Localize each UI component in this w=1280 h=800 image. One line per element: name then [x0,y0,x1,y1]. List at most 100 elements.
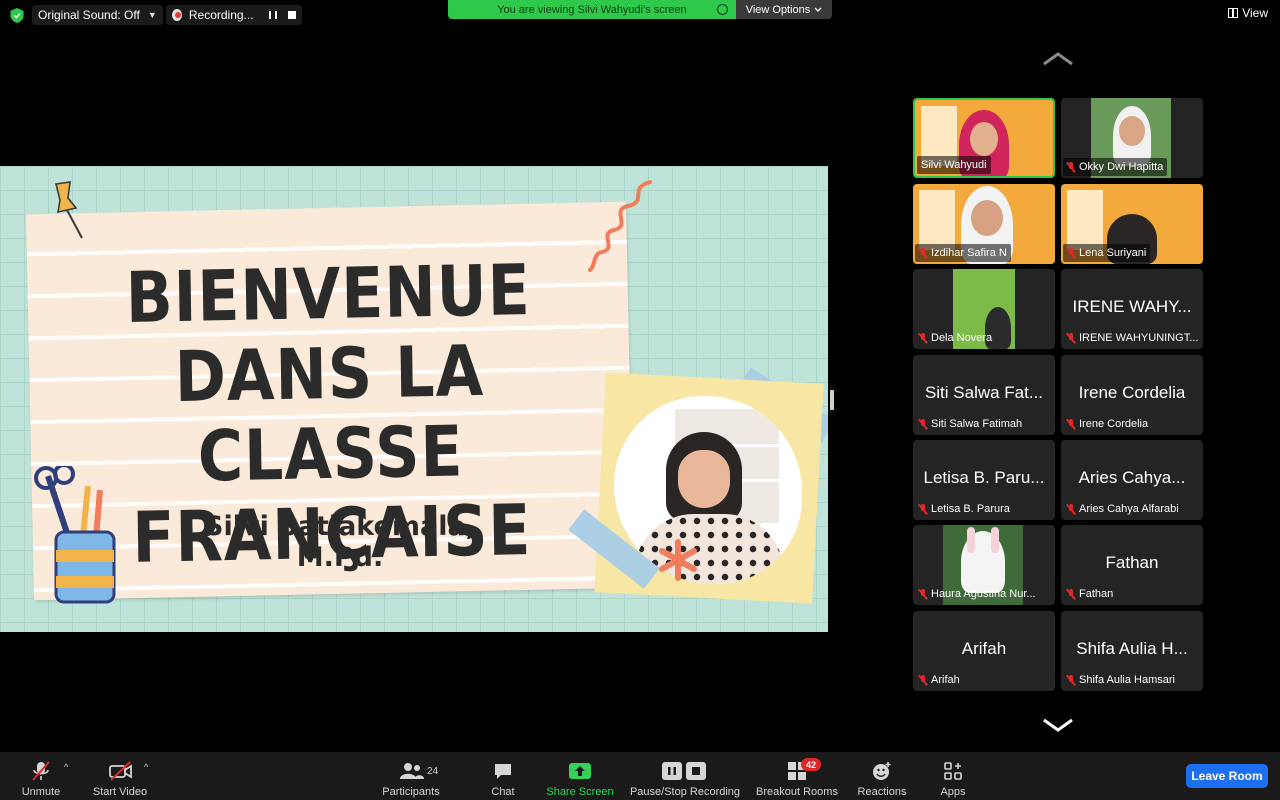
participant-tile[interactable]: Shifa Aulia H... Shifa Aulia Hamsari [1061,611,1203,691]
pushpin-icon [55,181,83,239]
participant-name: Siti Salwa Fatimah [915,415,1026,433]
participant-display-name: Aries Cahya... [1078,468,1186,487]
apps-button[interactable]: Apps [936,756,970,798]
mic-muted-icon [919,503,927,515]
chevron-up-icon[interactable] [1042,50,1074,66]
slide-subtitle: Silvi Satiakemala, M.Pd. [204,511,476,573]
start-video-button[interactable]: Start Video [88,756,152,798]
mic-muted-icon [1067,161,1075,173]
mic-muted-icon [1067,247,1075,259]
leave-room-button[interactable]: Leave Room [1186,764,1268,788]
mic-muted-icon [1067,674,1075,686]
participant-tile[interactable]: Fathan Fathan [1061,525,1203,605]
reactions-label: Reactions [857,786,907,798]
participant-tile[interactable]: Irene Cordelia Irene Cordelia [1061,355,1203,435]
unmute-button[interactable]: Unmute [18,756,64,798]
stop-recording-button[interactable] [287,10,296,20]
participant-name: Okky Dwi Hapitta [1063,158,1168,176]
chevron-up-icon[interactable]: ^ [64,762,68,772]
participant-name: Lena Suriyani [1063,244,1151,262]
pause-icon [268,11,277,19]
participant-tile[interactable]: Dela Novera [913,269,1055,349]
chevron-down-icon[interactable]: ▼ [148,10,157,20]
mic-muted-icon [1067,588,1075,600]
chat-icon [495,764,511,779]
participants-button[interactable]: 24 Participants [378,756,444,798]
participant-name: IRENE WAHYUNINGT... [1063,329,1199,347]
pause-stop-recording-button[interactable]: Pause/Stop Recording [626,756,744,798]
share-screen-icon [569,763,591,779]
meeting-top-bar: Original Sound: Off ▼ Recording... You a… [0,0,1280,30]
chevron-up-icon[interactable]: ^ [144,762,148,772]
stop-icon [686,762,706,780]
mic-muted-icon [1067,418,1075,430]
participant-display-name: Arifah [961,639,1007,658]
participant-name: Aries Cahya Alfarabi [1063,500,1183,518]
mic-muted-icon [1067,503,1075,515]
pencil-cup-icon [34,466,116,604]
participant-tile[interactable]: Izdihar Safira N [913,184,1055,264]
participant-tile[interactable]: Aries Cahya... Aries Cahya Alfarabi [1061,440,1203,520]
participant-tile[interactable]: Letisa B. Paru... Letisa B. Parura [913,440,1055,520]
participant-tile[interactable]: Arifah Arifah [913,611,1055,691]
participant-name: Letisa B. Parura [915,500,1014,518]
slide-title-line: DANS LA CLASSE [174,329,485,498]
breakout-rooms-label: Breakout Rooms [756,786,838,798]
participant-name: Dela Novera [915,329,996,347]
splitter-handle[interactable] [830,390,834,410]
pause-icon [662,762,682,780]
original-sound-label: Original Sound: Off [38,8,140,22]
participant-tile[interactable]: Siti Salwa Fat... Siti Salwa Fatimah [913,355,1055,435]
viewing-screen-banner: You are viewing Silvi Wahyudi's screen [448,0,736,19]
breakout-rooms-badge: 42 [801,758,821,771]
participants-label: Participants [382,786,440,798]
participant-name: Irene Cordelia [1063,415,1152,433]
participant-name: Arifah [915,671,964,689]
start-video-label: Start Video [92,786,148,798]
participant-tile[interactable]: IRENE WAHY... IRENE WAHYUNINGT... [1061,269,1203,349]
chevron-down-icon[interactable] [1042,718,1074,734]
apps-icon [944,762,962,780]
presentation-slide: BIENVENUE DANS LA CLASSE FRANÇAISE Silvi… [0,166,828,632]
view-label: View [1242,6,1268,20]
shield-icon[interactable] [10,8,24,23]
participant-display-name: Fathan [1105,553,1159,572]
participant-tile[interactable]: Lena Suriyani [1061,184,1203,264]
participant-display-name: Irene Cordelia [1078,383,1186,402]
participants-icon [400,763,424,779]
breakout-rooms-button[interactable]: 42 Breakout Rooms [754,756,840,798]
apps-label: Apps [940,786,966,798]
participant-display-name: Siti Salwa Fat... [924,383,1044,402]
participant-display-name: IRENE WAHY... [1072,297,1192,316]
slide-title-line: BIENVENUE [125,249,532,340]
video-off-icon [109,761,132,781]
meeting-toolbar: Unmute ^ Start Video ^ 24 Participants C… [0,752,1280,800]
share-screen-button[interactable]: Share Screen [544,756,616,798]
unmute-label: Unmute [21,786,61,798]
view-options-label: View Options [745,3,811,16]
participant-tile[interactable]: Haura Agustina Nur... [913,525,1055,605]
participant-name: Silvi Wahyudi [917,156,991,174]
original-sound-toggle[interactable]: Original Sound: Off ▼ [32,5,163,25]
reactions-button[interactable]: Reactions [854,756,910,798]
chat-button[interactable]: Chat [486,756,520,798]
viewing-banner-label: You are viewing Silvi Wahyudi's screen [497,3,687,16]
pause-recording-button[interactable] [268,10,277,20]
view-options-button[interactable]: View Options [736,0,832,19]
recording-indicator: Recording... [166,5,302,25]
participant-tile[interactable]: Okky Dwi Hapitta [1061,98,1203,178]
mic-muted-icon [919,588,927,600]
shared-screen: BIENVENUE DANS LA CLASSE FRANÇAISE Silvi… [0,136,828,663]
view-button[interactable]: View [1228,6,1268,20]
participant-name: Fathan [1063,585,1117,603]
mic-muted-icon [919,418,927,430]
mic-muted-icon [1067,332,1075,344]
pause-stop-recording-label: Pause/Stop Recording [629,786,741,798]
participant-name: Izdihar Safira N [915,244,1011,262]
participant-tile[interactable]: Silvi Wahyudi [913,98,1055,178]
participant-name: Haura Agustina Nur... [915,585,1040,603]
view-layout-icon [1228,8,1239,18]
record-icon [172,9,182,21]
recording-label: Recording... [188,8,254,22]
participant-display-name: Shifa Aulia H... [1076,639,1188,658]
